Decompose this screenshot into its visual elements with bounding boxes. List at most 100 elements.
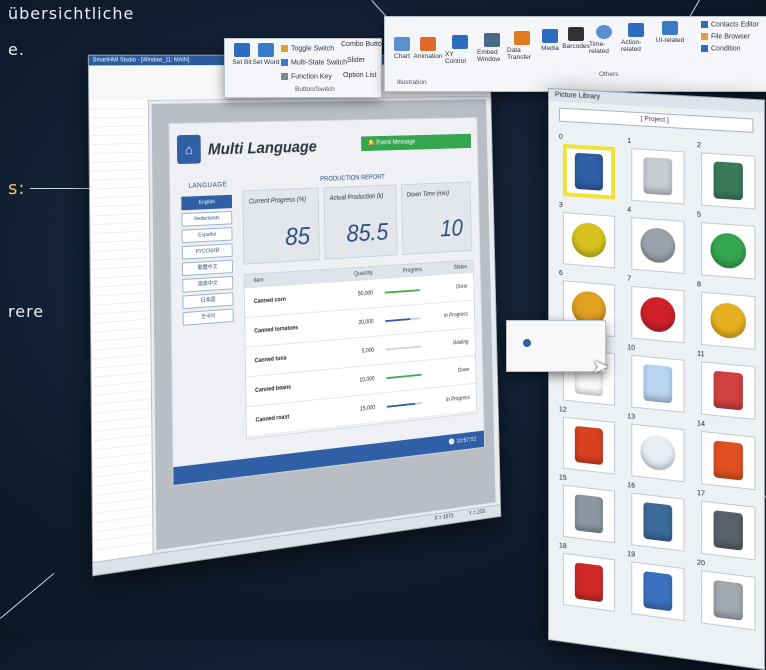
- toggle-switch-icon: [643, 156, 673, 196]
- library-item[interactable]: 17: [695, 490, 758, 561]
- file-browser-button[interactable]: File Browser: [701, 33, 750, 40]
- library-item-number: 3: [558, 201, 563, 210]
- emergency-stop-red-icon: [640, 295, 676, 334]
- others-caption: Others: [599, 71, 619, 78]
- kpi-value: 85.5: [346, 217, 389, 248]
- chart-label: Chart: [394, 53, 410, 60]
- media-icon: [542, 29, 558, 43]
- library-item[interactable]: 1: [625, 138, 686, 205]
- chart-icon: [394, 37, 410, 51]
- library-item[interactable]: 16: [625, 482, 686, 552]
- kpi-value: 10: [439, 213, 464, 242]
- quantity-cell: 20,000: [358, 319, 374, 327]
- status-y: Y = 203: [468, 509, 485, 517]
- contacts-editor-button[interactable]: Contacts Editor: [701, 21, 759, 28]
- library-item-number: 2: [696, 141, 702, 150]
- library-item[interactable]: 19: [625, 551, 686, 622]
- library-tile: [562, 552, 616, 612]
- overlay-text-4: rere: [8, 302, 45, 321]
- library-item[interactable]: 0: [557, 134, 617, 200]
- library-item[interactable]: 13: [625, 413, 686, 483]
- language-button[interactable]: 繁體中文: [182, 259, 233, 277]
- event-message-bar[interactable]: 🔔 Event Message: [361, 133, 472, 152]
- xy-control-icon: [452, 35, 468, 49]
- animation-button[interactable]: Animation: [413, 37, 443, 60]
- data-transfer-button[interactable]: Data Transfer: [507, 31, 537, 61]
- library-item-number: 10: [627, 344, 636, 353]
- set-word-button[interactable]: Set Word: [251, 43, 281, 66]
- gauge-icon: [640, 433, 676, 473]
- item-cell: Canned corn: [253, 296, 286, 306]
- column-header: Status: [453, 264, 467, 271]
- library-item[interactable]: 2: [695, 142, 758, 210]
- embed-window-icon: [484, 33, 500, 47]
- language-button[interactable]: Nederlands: [181, 210, 233, 227]
- home-icon[interactable]: ⌂: [176, 134, 201, 165]
- language-button[interactable]: 日本語: [182, 292, 234, 310]
- library-item[interactable]: 18: [557, 542, 617, 612]
- progress-cell: [375, 400, 443, 409]
- library-item[interactable]: 8: [695, 281, 758, 350]
- action-related-button[interactable]: Action-related: [621, 23, 651, 53]
- language-button[interactable]: 简体中文: [182, 275, 234, 293]
- embed-window-button[interactable]: Embed Window: [477, 33, 507, 63]
- animation-label: Animation: [413, 53, 443, 60]
- language-button[interactable]: English: [181, 194, 233, 211]
- file-browser-label: File Browser: [711, 33, 750, 41]
- library-item[interactable]: 12: [557, 406, 617, 475]
- library-item-number: 17: [696, 489, 706, 498]
- time-related-label: Time-related: [589, 41, 609, 55]
- quantity-cell: 50,000: [357, 290, 374, 298]
- library-tile: [631, 354, 685, 413]
- column-header: Quantity: [354, 270, 373, 278]
- combo-button-label: Combo Button: [341, 41, 386, 48]
- ribbon-objects: Chart Animation Illustration XY Control …: [384, 16, 766, 92]
- language-button[interactable]: РУССКИЙ: [181, 243, 233, 260]
- library-project-selector[interactable]: [ Project ]: [558, 107, 754, 133]
- language-button[interactable]: Español: [181, 227, 233, 244]
- library-item[interactable]: 5: [695, 211, 758, 280]
- function-key-button[interactable]: Function Key: [281, 73, 332, 80]
- library-item[interactable]: 7: [625, 275, 686, 344]
- multi-state-switch-button[interactable]: Multi-State Switch: [281, 59, 347, 66]
- library-item-number: 11: [696, 350, 705, 359]
- barcodes-button[interactable]: Barcodes: [561, 27, 591, 50]
- overlay-text-3: s:: [8, 178, 26, 199]
- kpi-label: Actual Production (k): [329, 193, 384, 202]
- library-item[interactable]: 10: [625, 344, 686, 413]
- emergency-stop-box-icon: [710, 301, 747, 340]
- library-item[interactable]: 20: [695, 559, 758, 631]
- condition-button[interactable]: Condition: [701, 45, 741, 52]
- callout-line: [0, 573, 55, 619]
- clock-text: 10:57:02: [456, 436, 477, 445]
- set-word-label: Set Word: [252, 59, 280, 66]
- progress-cell: [374, 344, 442, 352]
- library-item[interactable]: 3: [557, 202, 617, 269]
- library-item-number: 15: [558, 474, 567, 483]
- library-item[interactable]: 14: [695, 420, 758, 491]
- quantity-cell: 10,000: [359, 376, 375, 384]
- library-item-number: 5: [696, 211, 702, 219]
- hmi-title: Multi Language: [207, 137, 317, 159]
- option-list-button[interactable]: Option List: [343, 72, 376, 79]
- language-label: LANGUAGE: [188, 181, 228, 190]
- option-list-label: Option List: [343, 72, 377, 79]
- option-popup[interactable]: [506, 320, 606, 372]
- project-tree[interactable]: [89, 100, 154, 564]
- language-button[interactable]: 한국어: [182, 308, 234, 326]
- xy-control-label: XY Control: [445, 51, 466, 65]
- clock-icon: [596, 25, 612, 39]
- slider-button[interactable]: Slider: [347, 57, 365, 64]
- combo-button[interactable]: Combo Button: [341, 41, 386, 48]
- library-tile: [701, 361, 756, 421]
- library-item[interactable]: 11: [695, 350, 758, 421]
- xy-control-button[interactable]: XY Control: [445, 35, 475, 65]
- hmi-screen: ⌂ Multi Language 🔔 Event Message LANGUAG…: [168, 116, 485, 487]
- library-item[interactable]: 4: [625, 206, 686, 274]
- toggle-switch-button[interactable]: Toggle Switch: [281, 45, 334, 52]
- library-item-number: 14: [696, 420, 706, 429]
- time-related-button[interactable]: Time-related: [589, 25, 619, 55]
- library-item[interactable]: 15: [557, 474, 617, 544]
- meter-icon: [713, 510, 743, 551]
- ui-related-button[interactable]: UI-related: [655, 21, 685, 44]
